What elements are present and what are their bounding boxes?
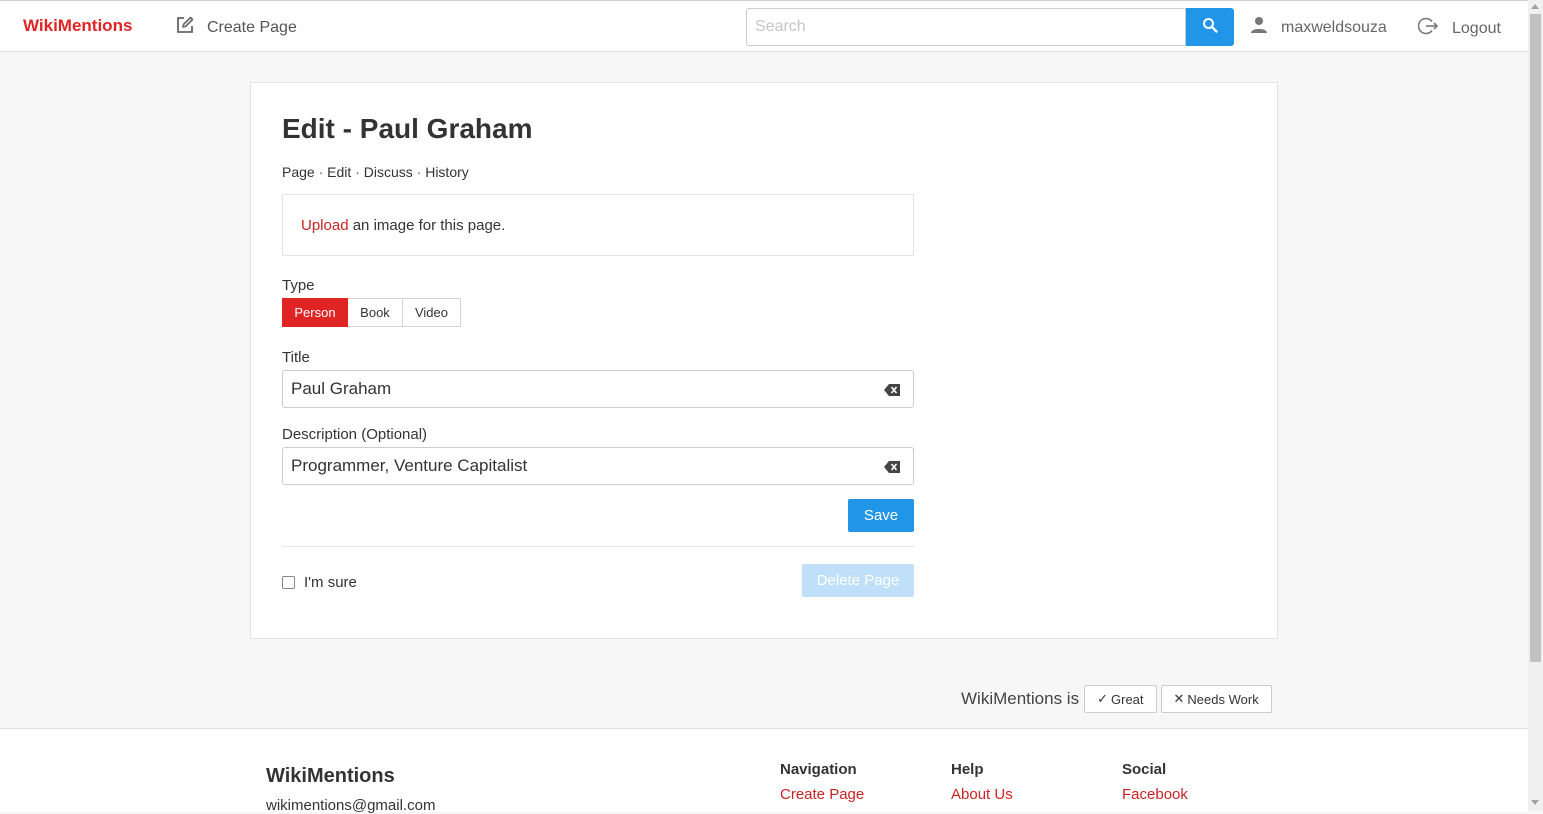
create-page-label: Create Page (207, 18, 297, 36)
confirm-delete: I'm sure (282, 574, 357, 591)
upload-text: Upload an image for this page. (301, 217, 505, 234)
type-person-button[interactable]: Person (282, 298, 348, 327)
footer-link-create-page[interactable]: Create Page (780, 786, 864, 803)
footer-brand: WikiMentions (266, 765, 395, 787)
page-title: Edit - Paul Graham (282, 113, 533, 144)
upload-link[interactable]: Upload (301, 217, 349, 234)
divider (282, 546, 914, 547)
subnav-separator: · (355, 164, 364, 180)
user-icon (1249, 15, 1269, 40)
clear-description-icon[interactable] (884, 460, 900, 478)
close-icon: ✕ (1173, 691, 1185, 706)
edit-card: Edit - Paul Graham Page · Edit · Discuss… (250, 82, 1278, 639)
top-navbar: WikiMentions Create Page Search maxwelds… (0, 0, 1528, 52)
footer-link-facebook[interactable]: Facebook (1122, 786, 1188, 803)
great-label: Great (1111, 691, 1144, 707)
save-button[interactable]: Save (848, 499, 914, 532)
clear-title-icon[interactable] (884, 383, 900, 401)
needs-work-label: Needs Work (1187, 691, 1259, 707)
subnav-separator: · (416, 164, 426, 180)
check-icon: ✓ (1097, 691, 1108, 706)
title-label: Title (282, 349, 310, 366)
logout-link[interactable]: Logout (1417, 15, 1501, 42)
type-book-button[interactable]: Book (348, 298, 403, 327)
type-selector: Person Book Video (282, 298, 461, 327)
confirm-checkbox[interactable] (282, 576, 295, 589)
edit-icon (175, 15, 195, 40)
needs-work-button[interactable]: ✕ Needs Work (1160, 685, 1272, 713)
description-label: Description (Optional) (282, 426, 428, 443)
subnav-page[interactable]: Page (282, 164, 315, 180)
footer-email[interactable]: wikimentions@gmail.com (266, 797, 435, 814)
create-page-link[interactable]: Create Page (175, 15, 297, 40)
footer-column-navigation: Navigation Create Page (780, 761, 864, 803)
upload-description: an image for this page. (348, 217, 506, 234)
scrollbar-thumb[interactable] (1530, 14, 1541, 662)
logout-icon (1417, 15, 1440, 42)
subnav-edit[interactable]: Edit (327, 164, 351, 180)
feedback-bar: WikiMentions is ✓ Great ✕ Needs Work (961, 685, 1276, 713)
footer-heading: Navigation (780, 761, 857, 778)
logout-label: Logout (1452, 19, 1501, 37)
description-value: Programmer, Venture Capitalist (291, 456, 528, 475)
footer-link-about-us[interactable]: About Us (951, 786, 1013, 803)
footer-column-help: Help About Us (951, 761, 1013, 803)
upload-image-box: Upload an image for this page. (282, 194, 914, 256)
footer-column-social: Social Facebook (1122, 761, 1188, 803)
type-video-button[interactable]: Video (403, 298, 461, 327)
scroll-down-arrow-icon[interactable] (1531, 800, 1539, 805)
scroll-up-arrow-icon[interactable] (1531, 4, 1539, 9)
page-scrollbar[interactable] (1528, 0, 1543, 811)
delete-page-button[interactable]: Delete Page (802, 564, 914, 597)
search-input[interactable] (746, 8, 1186, 46)
subnav-history[interactable]: History (425, 164, 469, 180)
footer: WikiMentions wikimentions@gmail.com Navi… (0, 728, 1528, 814)
footer-heading: Help (951, 761, 984, 778)
confirm-label: I'm sure (304, 574, 357, 591)
search-bar (746, 8, 1234, 46)
user-menu[interactable]: maxweldsouza (1249, 15, 1387, 40)
footer-heading: Social (1122, 761, 1167, 778)
great-button[interactable]: ✓ Great (1084, 685, 1157, 713)
subnav-separator: · (318, 164, 328, 180)
title-value: Paul Graham (291, 379, 392, 398)
username: maxweldsouza (1281, 18, 1387, 36)
title-field[interactable]: Paul Graham (282, 370, 914, 408)
subnav-discuss[interactable]: Discuss (364, 164, 413, 180)
type-label: Type (282, 277, 315, 294)
description-field[interactable]: Programmer, Venture Capitalist (282, 447, 914, 485)
search-icon (1202, 17, 1218, 38)
brand-logo[interactable]: WikiMentions (23, 16, 132, 36)
page-subnav: Page · Edit · Discuss · History (282, 164, 469, 180)
feedback-prefix: WikiMentions is (961, 689, 1080, 708)
search-button[interactable] (1186, 8, 1234, 46)
